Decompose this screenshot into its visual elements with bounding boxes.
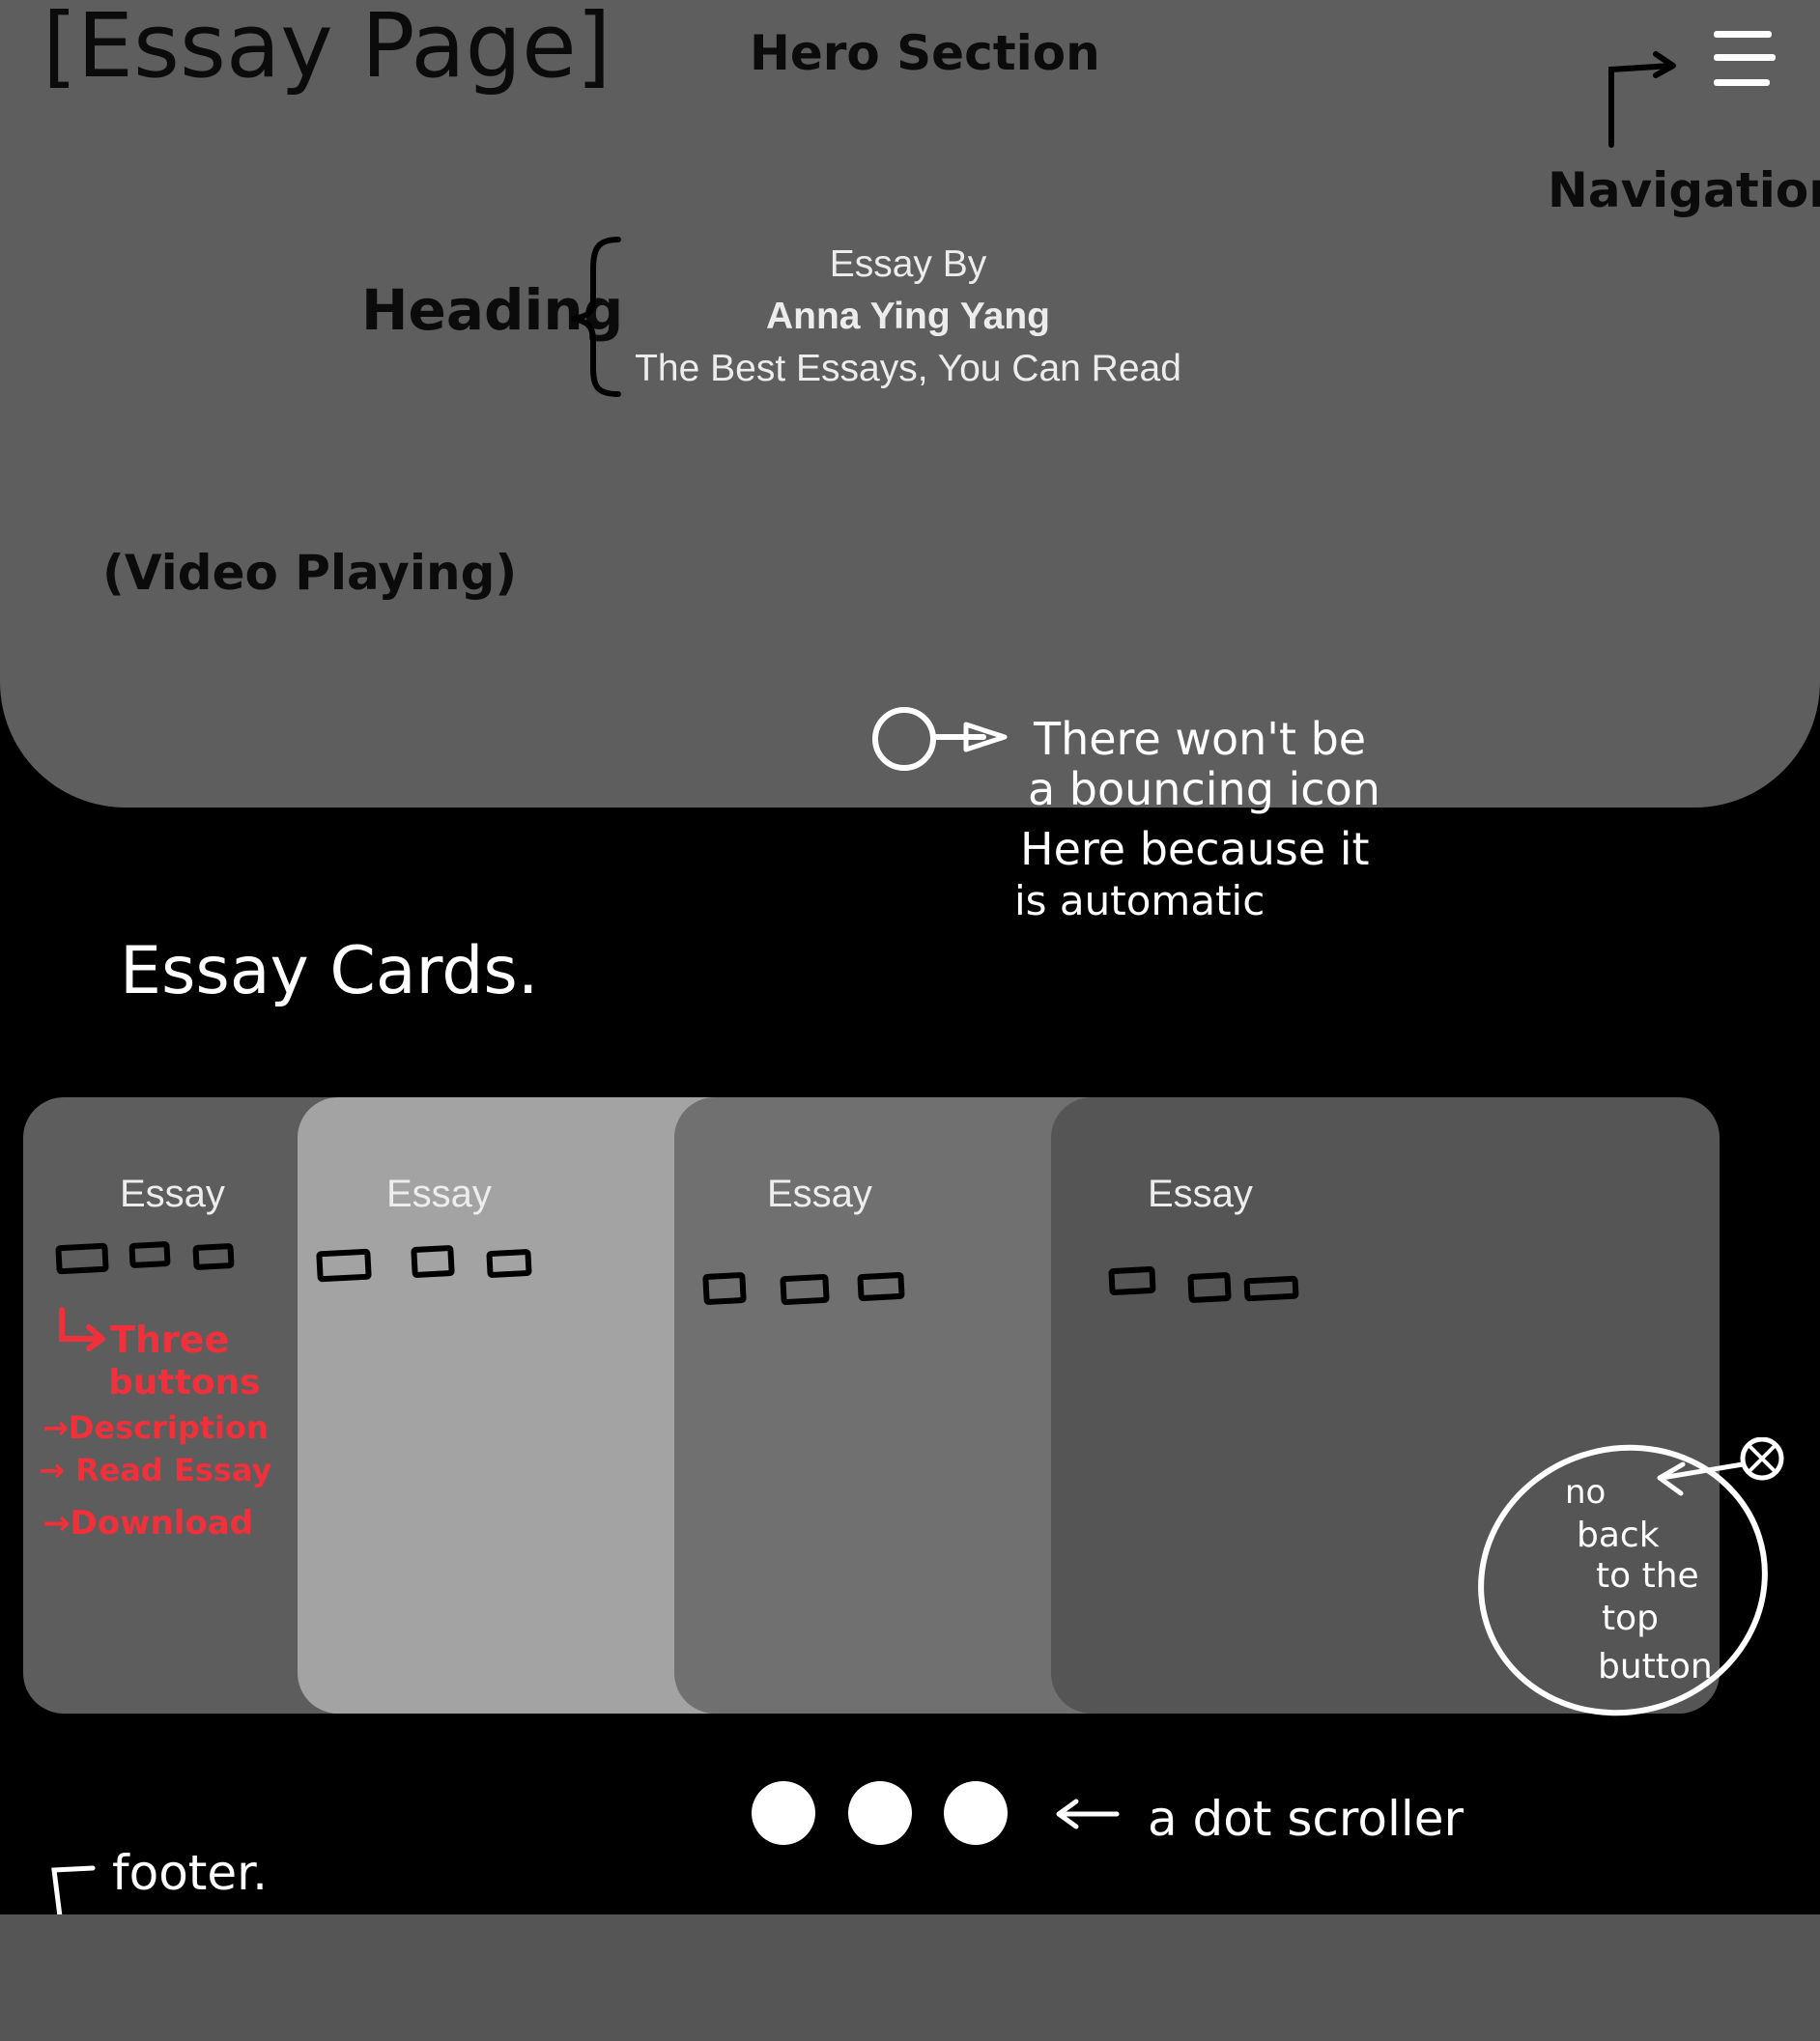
footer — [0, 1914, 1820, 2041]
footer-annotation: footer. — [112, 1845, 269, 1901]
three-buttons-note-line-2: buttons — [108, 1363, 261, 1403]
hamburger-menu-icon[interactable] — [1714, 27, 1777, 91]
description-button[interactable] — [702, 1271, 747, 1306]
essay-card-title: Essay — [120, 1173, 225, 1215]
no-back-to-top-line-5: button — [1598, 1647, 1713, 1687]
three-buttons-arrow-icon — [59, 1307, 105, 1351]
description-button[interactable] — [1108, 1265, 1156, 1296]
three-buttons-note-line-4: Read Essay — [74, 1452, 272, 1488]
heading-tagline: The Best Essays, You Can Read — [635, 348, 1181, 389]
read-essay-button[interactable] — [411, 1244, 455, 1279]
navigation-annotation: Navigation — [1548, 162, 1820, 218]
download-button[interactable] — [1243, 1275, 1299, 1302]
no-back-to-top-line-3: to the — [1596, 1556, 1699, 1596]
download-button[interactable] — [486, 1248, 532, 1279]
dot-scroller-arrow-icon — [1056, 1799, 1120, 1829]
scroller-dot-1[interactable] — [752, 1781, 815, 1845]
hero-heading: Essay By Anna Ying Yang The Best Essays,… — [580, 243, 1237, 400]
page-title-annotation: [Essay Page] — [43, 0, 611, 98]
hero-section-annotation: Hero Section — [750, 25, 1100, 81]
read-essay-button[interactable] — [128, 1240, 171, 1269]
video-playing-annotation: (Video Playing) — [102, 545, 518, 601]
essay-cards-annotation: Essay Cards. — [120, 933, 539, 1009]
no-back-to-top-line-1: no — [1565, 1473, 1607, 1512]
heading-line-essay-by: Essay By — [829, 243, 987, 285]
no-back-to-top-pointer-icon — [1657, 1437, 1784, 1496]
heading-author-name: Anna Ying Yang — [765, 296, 1050, 337]
scroller-dot-3[interactable] — [944, 1781, 1008, 1845]
essay-card-title: Essay — [767, 1173, 872, 1215]
three-buttons-description: →Description — [43, 1409, 269, 1446]
no-back-to-top-line-4: top — [1602, 1599, 1659, 1638]
three-buttons-note-line-3: Description — [68, 1409, 269, 1446]
download-button[interactable] — [857, 1271, 905, 1302]
three-buttons-note-line-5: Download — [70, 1504, 254, 1543]
bouncing-note-line-4: is automatic — [1014, 877, 1265, 924]
essay-card-title: Essay — [386, 1173, 492, 1215]
three-buttons-note-line-1: Three — [110, 1318, 230, 1361]
download-button[interactable] — [192, 1242, 235, 1271]
bouncing-circle-icon — [872, 707, 1008, 771]
no-back-to-top-line-2: back — [1577, 1516, 1660, 1555]
hero-section — [0, 0, 1820, 808]
three-buttons-download: →Download — [43, 1504, 254, 1543]
bouncing-note-line-1: There won't be — [1034, 713, 1367, 765]
dot-scroller-annotation: a dot scroller — [1148, 1791, 1465, 1847]
read-essay-button[interactable] — [1187, 1271, 1232, 1304]
three-buttons-read-essay: → Read Essay — [39, 1452, 272, 1488]
navigation-arrow-icon — [1608, 51, 1676, 148]
bouncing-note-line-2: a bouncing icon — [1028, 763, 1380, 815]
essay-card-title: Essay — [1148, 1173, 1253, 1215]
scroller-dot-2[interactable] — [848, 1781, 912, 1845]
bouncing-note-line-3: Here because it — [1020, 823, 1370, 875]
description-button[interactable] — [55, 1242, 109, 1275]
description-button[interactable] — [316, 1248, 372, 1283]
read-essay-button[interactable] — [780, 1273, 830, 1306]
